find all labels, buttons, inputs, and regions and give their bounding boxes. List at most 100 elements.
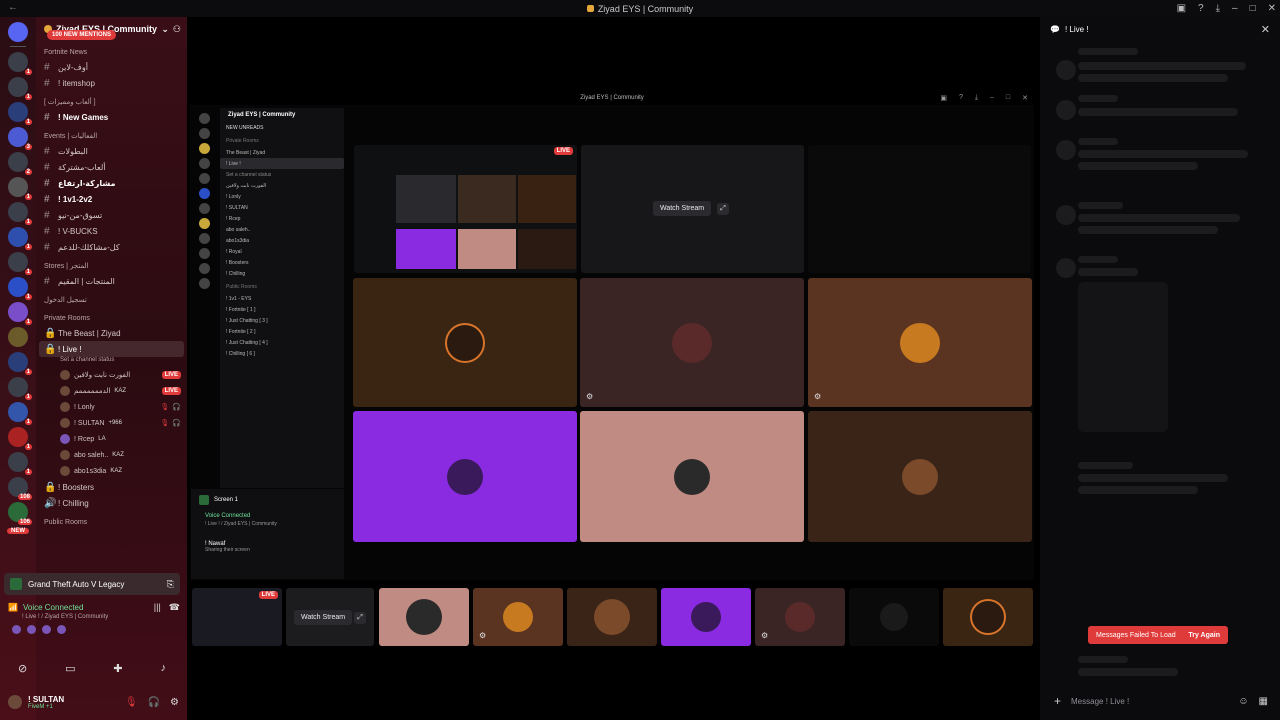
voice-member[interactable]: الفورت نايت ولافين LIVE [36,367,187,383]
voice-channel-live[interactable]: 🔒! Live ! [39,341,184,357]
filmstrip-tile[interactable] [379,588,469,646]
voice-member[interactable]: ! SULTAN +966 🎙 🎧 [36,415,187,431]
server-icon[interactable]: 1 [8,452,32,475]
activities-icon[interactable]: ✚ [113,662,122,675]
channel-item[interactable]: #! itemshop [36,75,187,91]
participant-tile[interactable] [353,278,577,407]
filmstrip-tile[interactable] [567,588,657,646]
participant-tile[interactable] [580,411,804,542]
voice-channel-chilling[interactable]: 🔊! Chilling [36,495,187,511]
channel-item[interactable]: # ألعاب-مشتركة [36,159,187,175]
server-icon[interactable]: 1 [8,52,32,75]
nested-server-icon [198,203,210,214]
maximize-button[interactable]: □ [1250,3,1256,14]
disconnect-icon[interactable]: ☎ [169,602,180,613]
category-private[interactable]: Private Rooms [36,311,187,325]
channel-item[interactable]: #! New Games [36,109,187,125]
channel-item[interactable]: #! V-BUCKS [36,223,187,239]
noise-suppression-icon[interactable]: ||| [154,602,161,613]
participant-tile[interactable] [808,411,1032,542]
filmstrip-tile[interactable] [943,588,1033,646]
server-icon[interactable]: 1 [8,202,32,225]
voice-member[interactable]: abo saleh.. KAZ [36,447,187,463]
deafen-icon[interactable]: 🎧 [148,697,160,708]
server-icon[interactable]: 1 [8,427,32,450]
nested-popout-icon: ⤢ [717,203,729,215]
home-icon[interactable] [8,22,28,42]
avatar[interactable] [8,695,22,709]
channel-item[interactable]: # المنتجات | المقيم [36,273,187,289]
filmstrip-tile[interactable]: ⚙ [473,588,563,646]
server-icon[interactable]: 1 [8,252,32,275]
add-attachment-icon[interactable]: + [1054,694,1061,708]
category-events[interactable]: Events | الفعاليات [36,129,187,143]
close-icon[interactable]: ✕ [1261,23,1270,36]
server-icon[interactable]: 1 [8,377,32,400]
try-again-button[interactable]: Try Again [1188,632,1220,639]
voice-member[interactable]: abo1s3dia KAZ [36,463,187,479]
activity-panel[interactable]: Grand Theft Auto V Legacy ⎘ [4,573,180,595]
voice-channel-boosters[interactable]: 🔒! Boosters [36,479,187,495]
voice-member[interactable]: الدممممممم KAZ LIVE [36,383,187,399]
filmstrip-tile[interactable]: LIVE [192,588,282,646]
activity-share-icon[interactable]: ⎘ [167,579,174,590]
category-public[interactable]: Public Rooms [36,515,187,529]
channel-item[interactable]: # أوف-لاين [36,59,187,75]
channel-item[interactable]: # البطولات [36,143,187,159]
server-icon[interactable]: 1 [8,227,32,250]
emoji-icon[interactable]: ☺ [1238,696,1248,707]
settings-icon[interactable]: ⚙ [170,697,179,708]
watch-stream-button[interactable]: Watch Stream [294,610,353,625]
help-icon[interactable]: ? [1198,3,1204,14]
channel-item[interactable]: #! 1v1-2v2 [36,191,187,207]
voice-member[interactable]: ! Rcep LA [36,431,187,447]
mentions-badge[interactable]: 100 NEW MENTIONS [47,30,117,40]
category-stores[interactable]: Stores | المتجر [36,259,187,273]
participant-tile[interactable]: ⚙ [808,278,1032,407]
voice-channel-the-beast[interactable]: 🔒 The Beast | Ziyad [36,325,187,341]
server-icon[interactable]: 2 [8,152,32,175]
channel-item[interactable]: # مشاركة-ارتفاع [36,175,187,191]
filmstrip-tile[interactable] [661,588,751,646]
filmstrip-tile[interactable] [849,588,939,646]
download-icon[interactable]: ⤓ [1216,3,1220,14]
server-icon[interactable]: 108 [8,477,32,500]
soundboard-icon[interactable]: ♪ [160,662,166,675]
nested-row: The Beast | Ziyad [226,149,266,156]
add-member-icon[interactable]: ⚇ [173,24,181,35]
participant-tile[interactable] [353,411,577,542]
participant-tile[interactable]: ⚙ [580,278,804,407]
apps-icon[interactable]: ▦ [1259,696,1268,707]
server-icon[interactable]: 1 [8,402,32,425]
screen-share-icon[interactable]: ▭ [65,662,75,675]
category-fortnite[interactable]: Fortnite News [36,45,187,59]
server-icon[interactable]: 3 [8,127,32,150]
category-login[interactable]: تسجيل الدخول [36,293,187,307]
message-input[interactable]: Message ! Live ! [1071,697,1129,706]
channel-item[interactable]: # كل-مشاكلك-للدعم [36,239,187,255]
filmstrip-tile[interactable]: ⚙ [755,588,845,646]
server-icon[interactable]: 1 [8,177,32,200]
filmstrip-watch-tile[interactable]: Watch Stream ⤢ [286,588,374,646]
channel-item[interactable]: # تسوق-من-نيو [36,207,187,223]
inbox-icon[interactable]: ▣ [1177,3,1186,14]
stream-thumb [458,175,516,223]
message-input-bar[interactable]: + Message ! Live ! ☺ ▦ [1048,690,1274,712]
new-unreads-pill[interactable]: NEW [7,528,29,534]
server-icon[interactable]: 1 [8,352,32,375]
server-icon[interactable] [8,327,28,347]
server-icon[interactable]: 1 [8,277,32,300]
camera-off-icon[interactable]: ⊘ [18,662,27,675]
close-window-button[interactable]: ✕ [1268,3,1276,14]
category-games[interactable]: [ ألعاب ومميزات ] [36,95,187,109]
server-icon[interactable]: 1 [8,102,32,125]
popout-icon[interactable]: ⤢ [354,612,366,624]
server-icon[interactable]: 106 [8,502,32,525]
back-arrow-icon[interactable]: ← [8,2,18,13]
server-icon[interactable]: 1 [8,77,32,100]
voice-member[interactable]: ! Lonly 🎙 🎧 [36,399,187,415]
channel-status[interactable]: Set a channel status [36,357,187,367]
minimize-button[interactable]: – [1232,3,1238,14]
mute-icon[interactable]: 🎙 [125,697,138,708]
server-icon[interactable]: 1 [8,302,32,325]
